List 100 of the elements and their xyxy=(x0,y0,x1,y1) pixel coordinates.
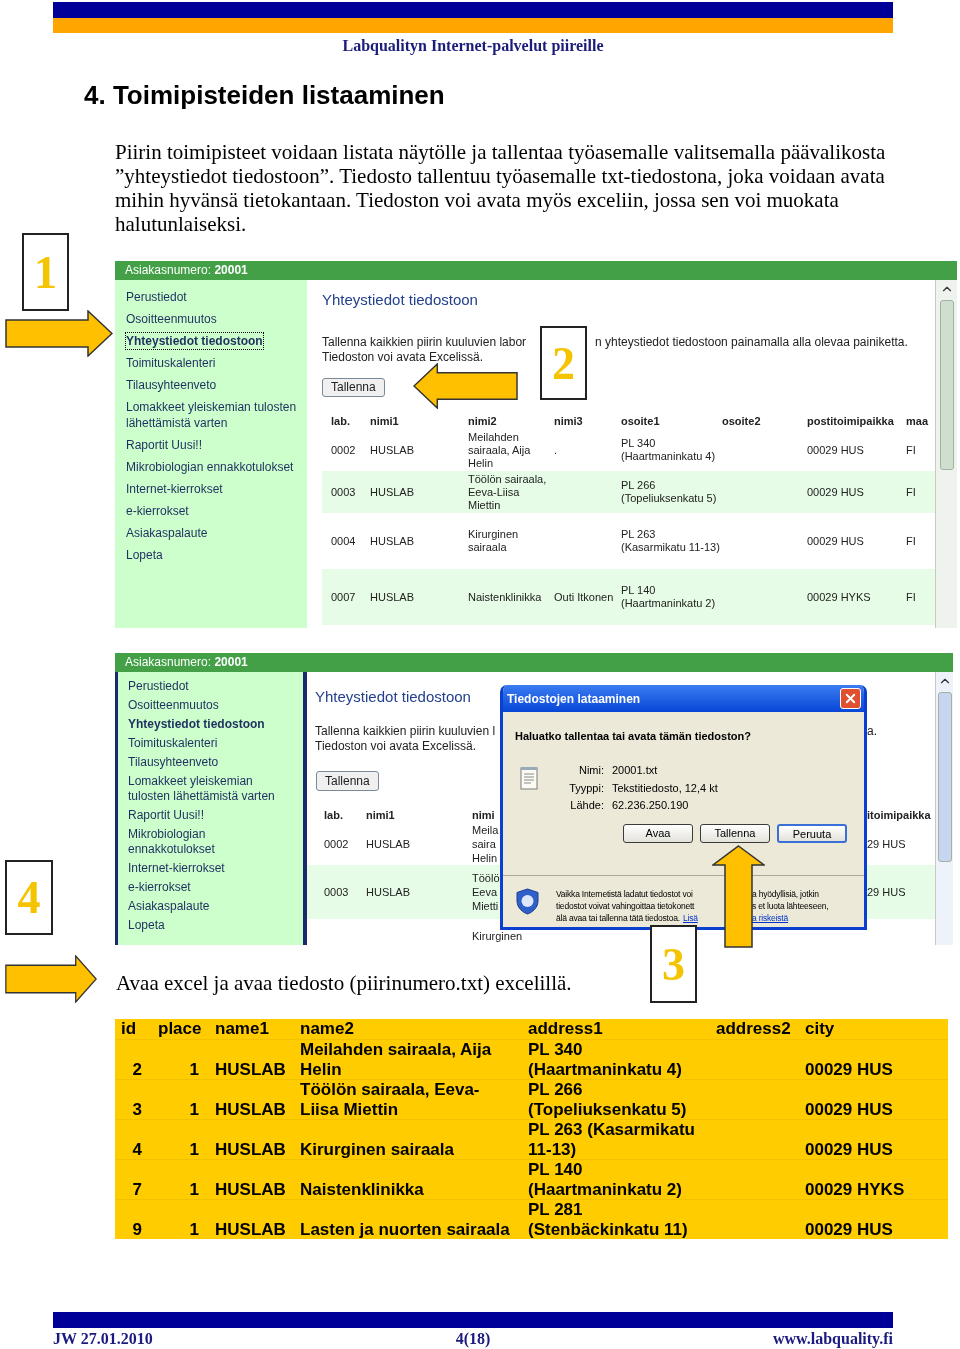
warning-text: tiedostot voivat vahingoittaa tietokonett xyxy=(556,899,695,912)
table-cell: 00029 HUS xyxy=(807,485,864,498)
caption-text: Avaa excel ja avaa tiedosto (piirinumero.txt) excelillä. xyxy=(116,971,572,995)
table-cell: HUSLAB xyxy=(215,1220,286,1239)
table-cell: 29 HUS xyxy=(867,886,906,898)
table-cell: HUSLAB xyxy=(215,1060,286,1079)
sidebar-item[interactable]: Asiakaspalaute xyxy=(128,899,210,914)
sidebar-item[interactable]: Toimituskalenteri xyxy=(125,354,217,372)
table-cell: PL 140 (Haartmaninkatu 2) xyxy=(621,584,716,609)
sidebar-item[interactable]: Osoitteenmuutos xyxy=(125,310,218,328)
dialog-button[interactable]: Tallenna xyxy=(700,823,770,843)
table-cell: 1 xyxy=(189,1060,199,1079)
callout-number: 4 xyxy=(5,860,53,935)
table-cell: 0002 xyxy=(324,838,349,850)
sidebar-item[interactable]: Asiakaspalaute xyxy=(125,524,209,542)
table-cell: 00029 HUS xyxy=(805,1100,893,1119)
sidebar-item[interactable]: Tilausyhteenveto xyxy=(125,376,218,394)
sidebar-item[interactable]: e-kierrokset xyxy=(125,502,190,520)
table-cell: Outi Itkonen xyxy=(554,590,614,603)
sidebar-item[interactable]: Internet-kierrokset xyxy=(125,480,224,498)
page-number: 4(18) xyxy=(455,1330,491,1347)
save-button[interactable]: Tallenna xyxy=(322,378,385,397)
column-header: nimi1 xyxy=(366,809,395,821)
table-cell: PL 140 (Haartmaninkatu 2) xyxy=(528,1160,682,1199)
more-info-link[interactable]: a riskeistä xyxy=(752,912,789,923)
dialog-button[interactable]: Peruuta xyxy=(777,823,847,843)
table-cell: 2 xyxy=(132,1060,142,1079)
dialog-question: Haluatko tallentaa tai avata tämän tiedoston? xyxy=(515,730,751,742)
description-text: Tiedoston voi avata Excelissä. xyxy=(322,350,483,365)
table-cell: PL 266 (Topeliuksenkatu 5) xyxy=(621,479,717,504)
page-title: Yhteystiedot tiedostoon xyxy=(322,290,478,310)
column-header: nimi xyxy=(472,809,495,821)
table-cell: 00029 HUS xyxy=(805,1060,893,1079)
sidebar-item[interactable]: Mikrobiologian ennakkotulokset xyxy=(125,458,295,476)
sidebar-item[interactable]: Perustiedot xyxy=(125,288,188,306)
table-cell: PL 263 (Kasarmikatu 11-13) xyxy=(528,1120,695,1159)
column-header: address1 xyxy=(528,1019,603,1038)
table-cell: 0003 xyxy=(324,886,349,898)
table-cell: HUSLAB xyxy=(215,1100,286,1119)
table-cell: 00029 HUS xyxy=(805,1140,893,1159)
warning-text: s et luota lähteeseen, xyxy=(752,900,829,911)
table-cell: 0003 xyxy=(331,485,356,498)
column-header: address2 xyxy=(716,1019,791,1038)
table-cell: 1 xyxy=(189,1180,199,1199)
sidebar-item[interactable]: Lomakkeet yleiskemian tulosten lähettämistä varten xyxy=(125,398,305,432)
more-info-link[interactable]: Lisä xyxy=(683,911,698,924)
sidebar-item[interactable]: Osoitteenmuutos xyxy=(128,698,219,713)
table-cell: Naistenklinikka xyxy=(468,590,542,603)
table-cell: Eeva xyxy=(472,885,498,899)
table-cell: Helin xyxy=(472,851,498,865)
page-title: Yhteystiedot tiedostoon xyxy=(315,688,471,705)
column-header: nimi2 xyxy=(468,415,497,427)
callout-number: 1 xyxy=(22,233,69,311)
sidebar-item[interactable]: Toimituskalenteri xyxy=(128,736,218,751)
column-header: name2 xyxy=(300,1019,354,1038)
save-button[interactable]: Tallenna xyxy=(316,771,379,791)
table-cell: HUSLAB xyxy=(370,443,415,456)
description-text: Tiedoston voi avata Excelissä. xyxy=(315,739,476,753)
table-cell: HUSLAB xyxy=(215,1140,286,1159)
table-cell: 1 xyxy=(189,1220,199,1239)
table-cell: Meilahden sairaala, Aija Helin xyxy=(468,430,531,469)
table-cell: FI xyxy=(906,443,916,456)
field-label: Nimi: xyxy=(577,763,604,778)
column-header: lab. xyxy=(324,809,343,821)
description-text: n yhteystiedot tiedostoon painamalla alla olevaa painiketta. xyxy=(595,335,908,350)
sidebar-item[interactable]: Internet-kierrokset xyxy=(128,861,225,876)
sidebar-item[interactable]: Raportit Uusi!! xyxy=(128,808,205,823)
table-cell: Töölö xyxy=(472,871,500,885)
table-cell: Töölön sairaala, Eeva-Liisa Miettin xyxy=(468,472,547,511)
table-cell: PL 340 (Haartmaninkatu 4) xyxy=(621,437,716,462)
dialog-title: Tiedostojen lataaminen xyxy=(507,690,641,708)
sidebar-item[interactable]: Yhteystiedot tiedostoon xyxy=(128,717,265,732)
description-text: a. xyxy=(867,724,877,739)
sidebar-item[interactable]: Tilausyhteenveto xyxy=(128,755,219,770)
sidebar-item[interactable]: Lopeta xyxy=(125,546,164,564)
table-cell: 4 xyxy=(132,1140,142,1159)
sidebar-item[interactable]: Perustiedot xyxy=(128,679,189,694)
customer-number-bar: Asiakasnumero: 20001 xyxy=(115,261,957,280)
callout-number: 3 xyxy=(650,925,697,1003)
table-cell: FI xyxy=(906,485,916,498)
table-cell: 00029 HYKS xyxy=(805,1180,905,1199)
sidebar-item[interactable]: e-kierrokset xyxy=(128,880,191,895)
sidebar-item[interactable]: Raportit Uusi!! xyxy=(125,436,204,454)
table-cell: Mietti xyxy=(472,899,499,913)
table-cell: Meila xyxy=(472,823,499,837)
sidebar-item[interactable]: Mikrobiologian ennakkotulokset xyxy=(128,827,288,857)
sidebar-item[interactable]: Lomakkeet yleiskemian tulosten lähettämistä varten xyxy=(128,774,288,804)
description-text: Tallenna kaikkien piirin kuuluvien l xyxy=(315,724,496,738)
table-cell: PL 263 (Kasarmikatu 11-13) xyxy=(621,528,720,553)
footer-link[interactable]: www.labquality.fi xyxy=(772,1330,893,1347)
table-cell: 00029 HUS xyxy=(807,443,864,456)
sidebar-item[interactable]: Yhteystiedot tiedostoon xyxy=(125,332,264,350)
table-cell: 1 xyxy=(189,1100,199,1119)
table-cell: 0002 xyxy=(331,443,356,456)
table-cell: 1 xyxy=(189,1140,199,1159)
table-cell: 00029 HYKS xyxy=(807,590,871,603)
callout-number: 2 xyxy=(540,326,587,400)
sidebar-item[interactable]: Lopeta xyxy=(128,918,165,933)
dialog-button[interactable]: Avaa xyxy=(623,823,693,843)
table-cell: 00029 HUS xyxy=(807,534,864,547)
